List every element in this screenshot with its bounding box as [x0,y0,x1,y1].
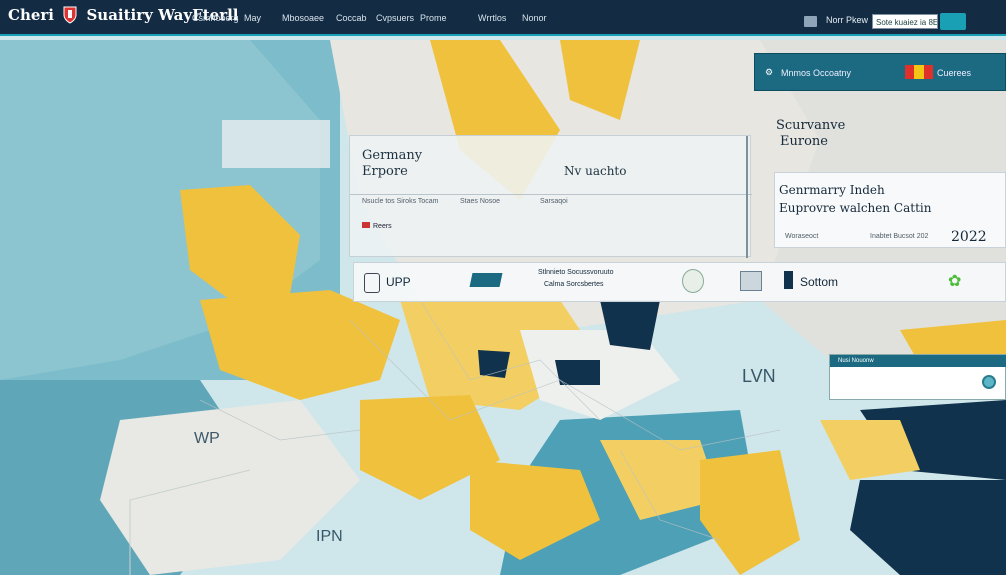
card-title: Germany [362,148,423,163]
nav-item[interactable]: Cvpsuers [376,13,414,23]
chart-icon[interactable] [469,273,503,287]
nav-item[interactable]: Prome [420,13,447,23]
right-nav-label[interactable]: Norr Pkew [826,15,868,25]
leaf-icon[interactable]: ✿ [948,271,961,291]
card-divider [350,194,752,195]
settings-icon: ⚙ [765,67,774,77]
card-scrollbar[interactable] [746,136,748,258]
header-accent-line [0,34,1006,36]
shield-icon [63,6,77,24]
row-left-label[interactable]: UPP [386,275,411,289]
marker-icon [784,271,793,289]
logo-text-first: Cheri [8,6,54,24]
summary-foot-mid: Inabtet Bucsot 202 [870,233,929,240]
card-subtitle: Erpore [362,164,408,179]
badge-icon[interactable] [682,269,704,293]
nav-item[interactable]: May [244,13,261,23]
menu-icon[interactable] [804,16,817,27]
summary-year: 2022 [951,229,987,245]
map-label: LVN [742,366,776,386]
nav-item[interactable]: Nonor [522,13,547,23]
country-selector-panel[interactable]: ⚙ Mnmos Occoatny Cuerees [754,53,1006,91]
country-info-card[interactable]: Germany Erpore Nv uachto Nsucle tos Siro… [349,135,752,258]
selector-right-label[interactable]: Cuerees [937,68,971,78]
globe-icon[interactable] [982,375,996,389]
region-subtitle: Eurone [780,134,828,149]
nav-item[interactable]: Coccab [336,13,367,23]
search-input[interactable]: Sote kuaiez ia 8E [872,14,938,29]
search-button[interactable] [940,13,966,30]
nav-item[interactable]: Wrrtlos [478,13,506,23]
nav-item[interactable]: Csmnooerg [192,13,239,23]
tag-icon [362,222,370,228]
flag-icon [905,65,933,79]
country-selector-label: Mnmos Occoatny [781,68,852,78]
summary-title: Genrmarry Indeh [779,183,885,197]
info-header: Nusi Nouonw [830,355,1006,367]
top-navigation-bar: Cheri Suaitiry WayFterll Csmnooerg May M… [0,0,1006,36]
row-right-label[interactable]: Sottom [800,275,838,289]
summary-subtitle: Euprovre walchen Cattin [779,201,932,215]
card-tag[interactable]: Reers [362,222,392,230]
region-title: Scurvanve [776,118,846,133]
device-icon[interactable] [364,273,380,293]
country-summary-card[interactable]: Genrmarry Indeh Euprovre walchen Cattin … [774,172,1006,248]
grid-icon[interactable] [740,271,762,291]
map-label: WP [194,430,220,447]
card-meta: Sarsaqoi [540,198,568,205]
card-side-title: Nv uachto [564,164,627,178]
summary-foot-left: Woraseoct [785,233,819,240]
info-panel[interactable]: Nusi Nouonw [829,354,1006,400]
nav-item[interactable]: Mbosoaee [282,13,324,23]
map-label: IPN [316,528,343,545]
filter-row: UPP Stlnnieto Socussvoruuto Calma Sorcsb… [353,262,1006,302]
card-meta: Staes Nosoe [460,198,501,205]
row-middle-subtext: Calma Sorcsbertes [544,281,604,288]
card-meta: Nsucle tos Siroks Tocam [362,198,439,205]
row-middle-text: Stlnnieto Socussvoruuto [538,269,614,276]
